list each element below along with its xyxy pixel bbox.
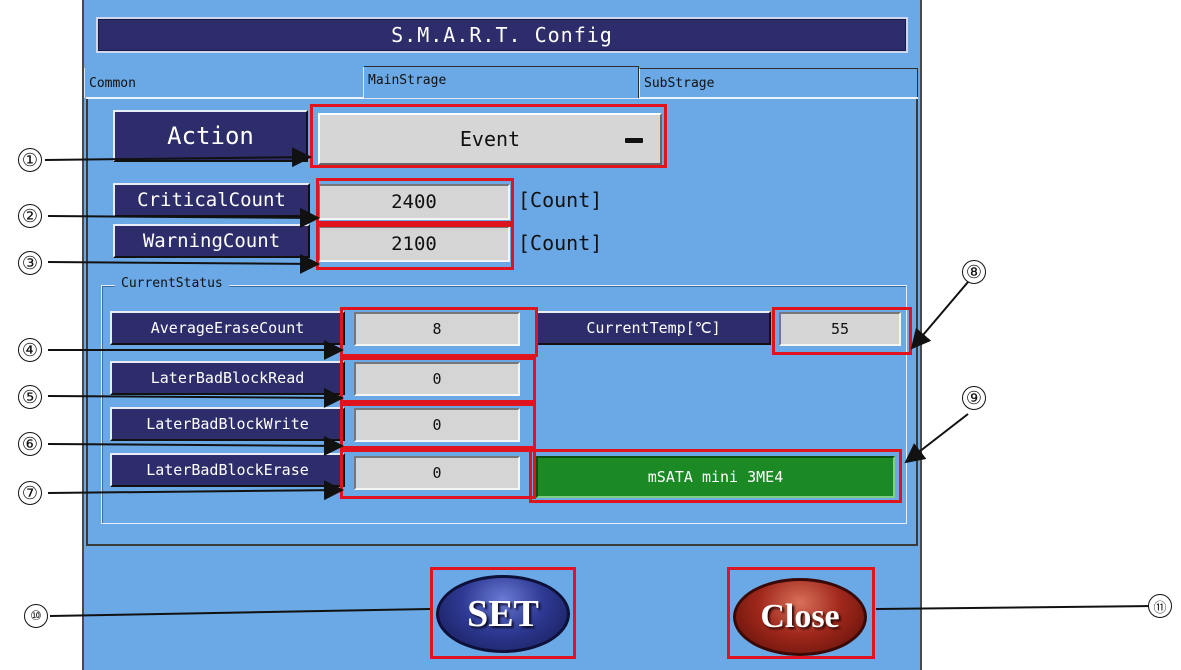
callout-11: ⑪: [1148, 594, 1172, 618]
callout-10: ⑩: [24, 604, 48, 628]
callout-4: ④: [18, 338, 42, 362]
callout-8: ⑧: [962, 260, 986, 284]
callout-9: ⑨: [962, 386, 986, 410]
callout-2: ②: [18, 204, 42, 228]
callout-3: ③: [18, 251, 42, 275]
callout-5: ⑤: [18, 385, 42, 409]
callout-6: ⑥: [18, 432, 42, 456]
callout-1: ①: [18, 148, 42, 172]
callout-7: ⑦: [18, 481, 42, 505]
callout-arrows: [44, 147, 1151, 617]
